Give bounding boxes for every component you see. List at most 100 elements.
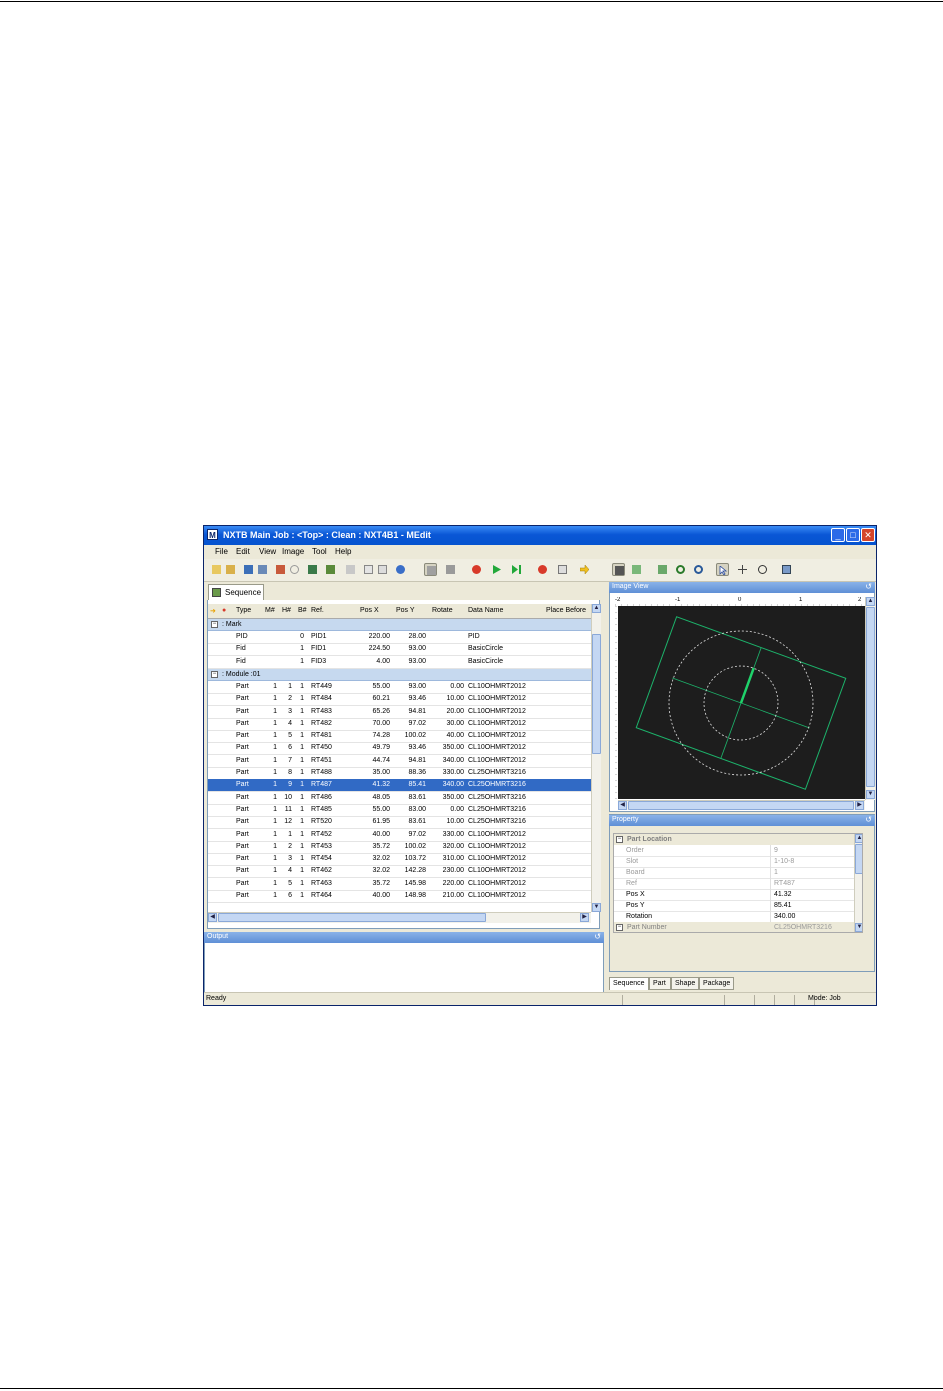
col-pos-x[interactable]: Pos X	[360, 607, 379, 614]
col-rotate[interactable]: Rotate	[432, 607, 453, 614]
menu-edit[interactable]: Edit	[236, 547, 250, 556]
property-vscroll[interactable]: ▲ ▼	[854, 834, 862, 932]
table-row[interactable]: Part 1 3 1 RT483 65.26 94.81 20.00 CL10OHMRT2012	[208, 706, 591, 719]
image-canvas[interactable]	[618, 606, 865, 799]
scroll-up-arrow[interactable]: ▲	[592, 604, 601, 613]
scroll-thumb[interactable]	[855, 844, 862, 874]
collapse-icon[interactable]: −	[211, 621, 218, 628]
scroll-left-arrow[interactable]: ◀	[208, 913, 217, 922]
scroll-right-arrow[interactable]: ▶	[580, 913, 589, 922]
snapshot-dropdown-icon[interactable]	[780, 563, 793, 576]
copy-icon[interactable]	[362, 563, 375, 576]
col-b[interactable]: B#	[298, 607, 307, 614]
group-row[interactable]: −: Module :01	[208, 668, 591, 681]
scroll-thumb[interactable]	[592, 634, 601, 754]
table-row[interactable]: Part 1 1 1 RT449 55.00 93.00 0.00 CL10OHMRT2012	[208, 681, 591, 694]
scroll-up-arrow[interactable]: ▲	[855, 834, 862, 843]
minimize-button[interactable]: _	[831, 528, 845, 542]
property-value[interactable]: 41.32	[774, 891, 792, 898]
property-category-part-number[interactable]: − Part Number CL25OHMRT3216	[614, 922, 862, 932]
table-row[interactable]: Part 1 7 1 RT451 44.74 94.81 340.00 CL10OHMRT201…	[208, 755, 591, 768]
scroll-down-arrow[interactable]: ▼	[866, 790, 875, 799]
tab-sequence[interactable]: Sequence	[208, 584, 264, 600]
table-row[interactable]: Fid 1 FID3 4.00 93.00 BasicCircle	[208, 656, 591, 669]
col-h[interactable]: H#	[282, 607, 291, 614]
new-icon[interactable]	[210, 563, 223, 576]
pointer-icon[interactable]	[716, 563, 729, 576]
paste-icon[interactable]	[376, 563, 389, 576]
col-data-name[interactable]: Data Name	[468, 607, 503, 614]
close-button[interactable]: ✕	[861, 528, 875, 542]
group-row[interactable]: −: Mark	[208, 619, 591, 631]
collapse-icon[interactable]: −	[211, 670, 218, 678]
table-row[interactable]: Part 1 1 1 RT452 40.00 97.02 330.00 CL10OHMRT201…	[208, 829, 591, 842]
save-icon[interactable]	[242, 563, 255, 576]
table-row[interactable]: Part 1 2 1 RT453 35.72 100.02 320.00 CL10OHMRT20…	[208, 841, 591, 854]
pin-icon[interactable]: ↺	[594, 932, 601, 941]
help-dropdown-icon[interactable]	[394, 563, 407, 576]
record-icon[interactable]	[536, 563, 549, 576]
scroll-thumb[interactable]	[866, 607, 875, 787]
menu-image[interactable]: Image	[282, 547, 304, 556]
link-icon[interactable]	[344, 563, 357, 576]
table-row[interactable]: Part 1 5 1 RT481 74.28 100.02 40.00 CL10OHMRT201…	[208, 730, 591, 744]
tab-sequence-bottom[interactable]: Sequence	[609, 977, 649, 990]
collapse-icon[interactable]: −	[616, 836, 623, 843]
step-icon[interactable]	[510, 563, 523, 576]
table-row[interactable]: Part 1 4 1 RT482 70.00 97.02 30.00 CL10OHMRT2012	[208, 718, 591, 731]
property-value[interactable]: 85.41	[774, 902, 792, 909]
play-icon[interactable]	[490, 563, 503, 576]
sequence-hscroll[interactable]: ◀ ▶	[208, 912, 591, 923]
tab-part[interactable]: Part	[649, 977, 671, 990]
verify-icon[interactable]	[444, 563, 457, 576]
maximize-button[interactable]: □	[846, 528, 860, 542]
view-image-icon[interactable]	[612, 563, 625, 576]
menu-tool[interactable]: Tool	[312, 547, 327, 556]
table-row[interactable]: Part 1 11 1 RT485 55.00 83.00 0.00 CL25OHMRT3216	[208, 804, 591, 817]
table-row[interactable]: Part 1 10 1 RT486 48.05 83.61 350.00 CL25OHMRT32…	[208, 792, 591, 805]
property-value[interactable]: 340.00	[774, 913, 795, 920]
arrow-right-icon[interactable]	[578, 563, 591, 576]
collapse-icon[interactable]: −	[616, 924, 623, 931]
menu-help[interactable]: Help	[335, 547, 351, 556]
col-m[interactable]: M#	[265, 607, 275, 614]
image-hscroll[interactable]: ◀ ▶	[618, 800, 865, 810]
table-row[interactable]: Part 1 8 1 RT488 35.00 88.36 330.00 CL25OHMRT321…	[208, 767, 591, 780]
camera-icon[interactable]	[556, 563, 569, 576]
rotate-icon[interactable]	[756, 563, 769, 576]
table-row[interactable]: Part 1 12 1 RT520 61.95 83.61 10.00 CL25OHMRT321…	[208, 816, 591, 830]
table-row[interactable]: PID 0 PID1 220.00 28.00 PID	[208, 631, 591, 644]
property-category[interactable]: − Part Location	[614, 834, 862, 845]
tab-package[interactable]: Package	[699, 977, 734, 990]
tab-shape[interactable]: Shape	[671, 977, 699, 990]
open-icon[interactable]	[224, 563, 237, 576]
table-row[interactable]: Part 1 6 1 RT450 49.79 93.46 350.00 CL10OHMRT201…	[208, 742, 591, 756]
col-place-before[interactable]: Place Before	[546, 607, 586, 614]
home-icon[interactable]	[274, 563, 287, 576]
scroll-down-arrow[interactable]: ▼	[855, 923, 862, 932]
sequence-vscroll[interactable]: ▲ ▼	[591, 604, 601, 912]
col-type[interactable]: Type	[236, 607, 251, 614]
col-ref[interactable]: Ref.	[311, 607, 324, 614]
scroll-left-arrow[interactable]: ◀	[618, 801, 627, 810]
check-icon[interactable]	[424, 563, 437, 576]
table-row[interactable]: Part 1 4 1 RT462 32.02 142.28 230.00 CL10OHMRT20…	[208, 865, 591, 879]
col-pos-y[interactable]: Pos Y	[396, 607, 415, 614]
table-row[interactable]: Fid 1 FID1 224.50 93.00 BasicCircle	[208, 643, 591, 657]
table-row[interactable]: Part 1 6 1 RT464 40.00 148.98 210.00 CL10OHMRT20…	[208, 890, 591, 903]
menu-view[interactable]: View	[259, 547, 276, 556]
table-row-selected[interactable]: Part 1 9 1 RT487 41.32 85.41 340.00 CL25OHMRT321…	[208, 779, 591, 793]
scroll-right-arrow[interactable]: ▶	[855, 801, 864, 810]
layer-icon[interactable]	[630, 563, 643, 576]
zoom-fit-icon[interactable]	[656, 563, 669, 576]
save-all-icon[interactable]	[256, 563, 269, 576]
table-row[interactable]: Part 1 2 1 RT484 60.21 93.46 10.00 CL10OHMRT2012	[208, 693, 591, 707]
pin-icon[interactable]: ↺	[865, 582, 872, 591]
zoom-out-icon[interactable]	[692, 563, 705, 576]
pan-icon[interactable]	[736, 563, 749, 576]
table-row[interactable]: Part 1 3 1 RT454 32.02 103.72 310.00 CL10OHMRT20…	[208, 853, 591, 867]
zoom-in-icon[interactable]	[674, 563, 687, 576]
table-row[interactable]: Part 1 5 1 RT463 35.72 145.98 220.00 CL10OHMRT20…	[208, 878, 591, 891]
refresh-icon[interactable]	[288, 563, 301, 576]
menu-file[interactable]: File	[215, 547, 228, 556]
